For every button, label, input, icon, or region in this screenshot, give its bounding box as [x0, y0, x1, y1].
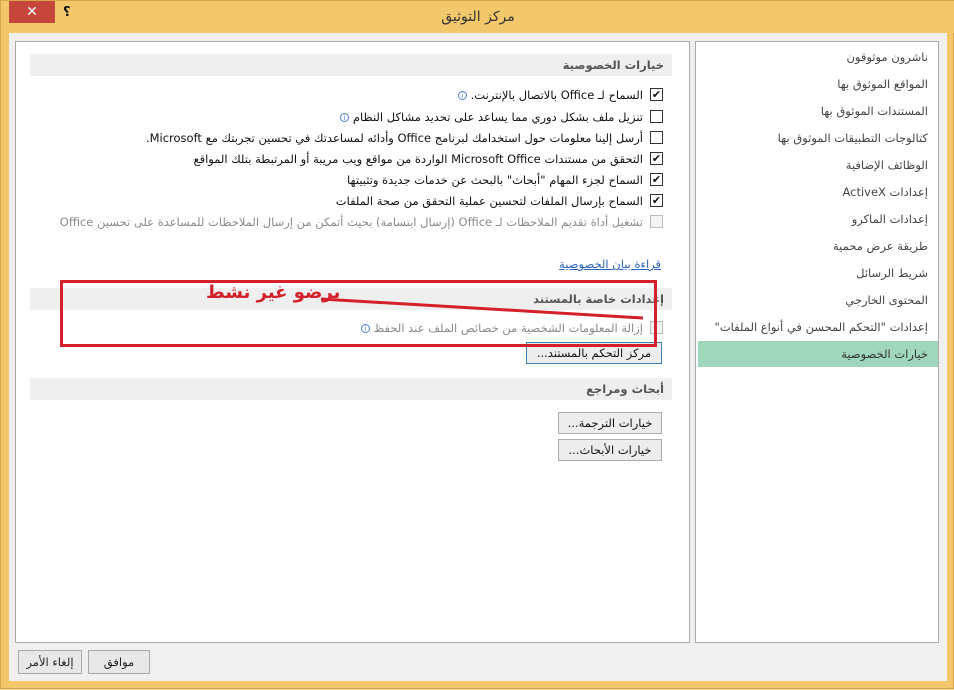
- nav-item-trusted-documents[interactable]: المستندات الموثوق بها: [696, 98, 938, 124]
- option-label: التحقق من مستندات Microsoft Office الوار…: [193, 152, 643, 166]
- ok-button[interactable]: موافق: [88, 650, 150, 674]
- option-research-pane[interactable]: ✔ السماح لجزء المهام "أبحاث" بالبحث عن خ…: [347, 173, 663, 187]
- nav-item-addins[interactable]: الوظائف الإضافية: [696, 152, 938, 178]
- navigation-sidebar: ناشرون موثوقون المواقع الموثوق بها المست…: [695, 41, 939, 643]
- title-bar[interactable]: ✕ ؟ مركز التوثيق: [1, 1, 954, 33]
- nav-item-trusted-locations[interactable]: المواقع الموثوق بها: [696, 71, 938, 97]
- option-label: تنزيل ملف بشكل دوري مما يساعد على تحديد …: [352, 110, 643, 124]
- option-check-suspicious-docs[interactable]: ✔ التحقق من مستندات Microsoft Office الو…: [193, 152, 663, 166]
- window-title: مركز التوثيق: [441, 9, 515, 25]
- annotation-text: برضو غير نشط: [206, 282, 341, 303]
- option-send-usage-info[interactable]: أرسل إلينا معلومات حول استخدامك لبرنامج …: [146, 131, 663, 145]
- checkbox[interactable]: ✔: [650, 173, 663, 186]
- nav-item-protected-view[interactable]: طريقة عرض محمية: [696, 233, 938, 259]
- checkbox[interactable]: [650, 131, 663, 144]
- option-allow-internet[interactable]: ✔ السماح لـ Office بالاتصال بالإنترنت. i: [455, 88, 663, 102]
- translation-options-button[interactable]: خيارات الترجمة...: [558, 412, 662, 434]
- option-file-validation[interactable]: ✔ السماح بإرسال الملفات لتحسين عملية الت…: [336, 194, 663, 208]
- option-feedback-tool: تشغيل أداة تقديم الملاحظات لـ Office (إر…: [43, 215, 663, 229]
- research-header: أبحاث ومراجع: [30, 378, 672, 400]
- checkbox: [650, 215, 663, 228]
- nav-item-file-block[interactable]: إعدادات "التحكم المحسن في أنواع الملفات": [696, 314, 938, 340]
- annotation-highlight-box: [60, 280, 657, 347]
- info-icon: i: [458, 91, 467, 100]
- research-options-button[interactable]: خيارات الأبحاث...: [558, 439, 662, 461]
- info-icon: i: [340, 113, 350, 122]
- checkbox[interactable]: [650, 110, 663, 123]
- privacy-statement-link[interactable]: قراءة بيان الخصوصية: [559, 257, 661, 271]
- checkbox[interactable]: ✔: [650, 194, 663, 207]
- cancel-button[interactable]: إلغاء الأمر: [18, 650, 82, 674]
- option-label: أرسل إلينا معلومات حول استخدامك لبرنامج …: [145, 131, 643, 145]
- nav-item-trusted-publishers[interactable]: ناشرون موثوقون: [696, 44, 938, 70]
- nav-item-trusted-catalogs[interactable]: كتالوجات التطبيقات الموثوق بها: [696, 125, 938, 151]
- option-label: السماح بإرسال الملفات لتحسين عملية التحق…: [335, 194, 643, 208]
- option-label: السماح لـ Office بالاتصال بالإنترنت.: [470, 88, 643, 102]
- option-label: تشغيل أداة تقديم الملاحظات لـ Office (إر…: [59, 215, 643, 229]
- nav-item-activex[interactable]: إعدادات ActiveX: [696, 179, 938, 205]
- nav-item-message-bar[interactable]: شريط الرسائل: [696, 260, 938, 286]
- nav-item-external-content[interactable]: المحتوى الخارجي: [696, 287, 938, 313]
- nav-item-privacy-options[interactable]: خيارات الخصوصية: [698, 341, 938, 367]
- trust-center-window: ✕ ؟ مركز التوثيق خيارات الخصوصية ✔ السما…: [0, 0, 954, 689]
- checkbox[interactable]: ✔: [650, 88, 663, 101]
- privacy-options-header: خيارات الخصوصية: [30, 54, 672, 76]
- option-download-troubleshoot[interactable]: تنزيل ملف بشكل دوري مما يساعد على تحديد …: [337, 110, 663, 124]
- checkbox[interactable]: ✔: [650, 152, 663, 165]
- dialog-client-area: خيارات الخصوصية ✔ السماح لـ Office بالات…: [9, 33, 947, 681]
- nav-item-macro[interactable]: إعدادات الماكرو: [696, 206, 938, 232]
- option-label: السماح لجزء المهام "أبحاث" بالبحث عن خدم…: [347, 173, 643, 187]
